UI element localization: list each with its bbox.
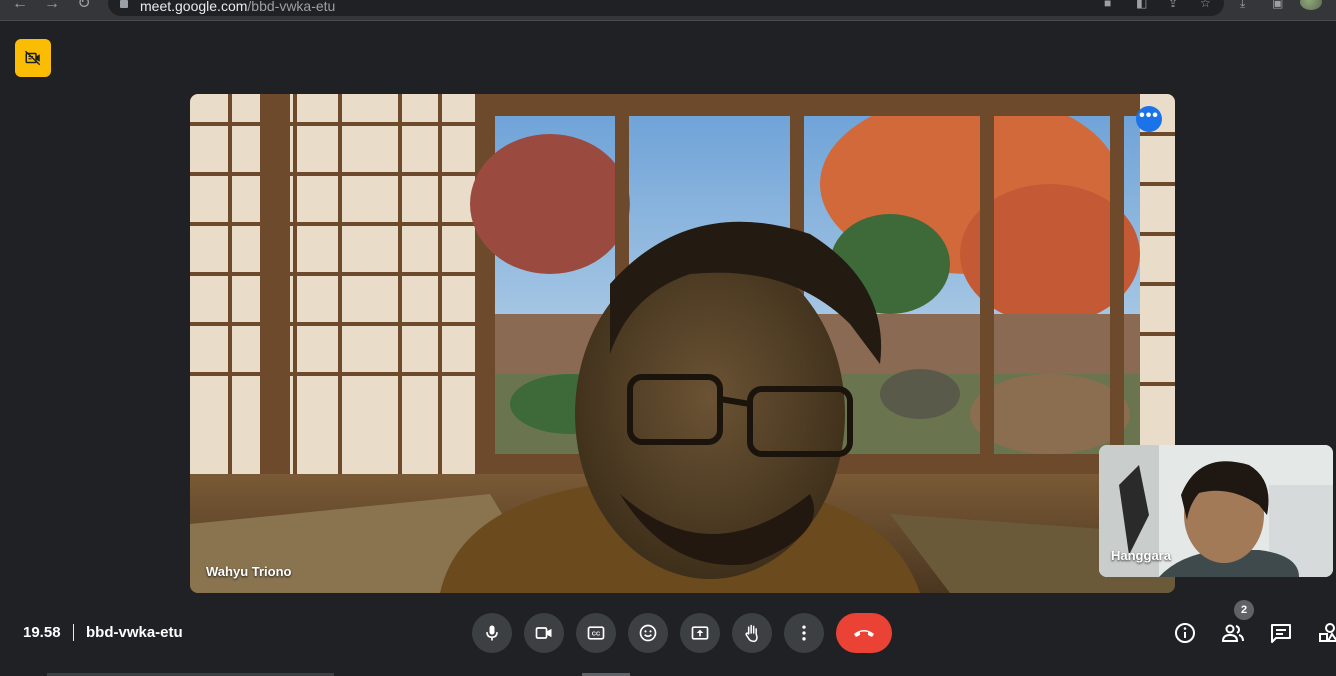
emoji-icon — [639, 624, 657, 642]
captions-button[interactable]: CC — [576, 613, 616, 653]
no-video-icon — [24, 50, 41, 66]
call-end-icon — [854, 630, 874, 637]
mic-icon — [486, 625, 498, 641]
self-name-label: Hanggara — [1111, 548, 1171, 563]
profile-avatar[interactable] — [1300, 0, 1322, 10]
closed-captions-icon: CC — [587, 626, 605, 640]
raise-hand-button[interactable] — [732, 613, 772, 653]
reactions-button[interactable] — [628, 613, 668, 653]
url-text: meet.google.com/bbd-vwka-etu — [140, 0, 336, 14]
participant-name-label: Wahyu Triono — [206, 564, 292, 579]
camera-button[interactable] — [524, 613, 564, 653]
participant-count-badge: 2 — [1234, 600, 1254, 620]
chat-icon[interactable] — [1269, 621, 1293, 645]
share-icon[interactable]: ⇪ — [1168, 0, 1182, 10]
more-options-button[interactable] — [784, 613, 824, 653]
no-video-badge[interactable] — [15, 39, 51, 77]
footer-divider — [73, 624, 74, 641]
back-icon[interactable]: ← — [10, 0, 30, 12]
download-icon[interactable]: ⤓ — [1240, 0, 1254, 10]
present-screen-icon — [691, 626, 709, 640]
activities-icon[interactable] — [1316, 621, 1336, 645]
main-video-tile[interactable]: ••• Wahyu Triono — [190, 94, 1175, 593]
leave-call-button[interactable] — [836, 613, 892, 653]
svg-text:CC: CC — [592, 632, 601, 638]
meeting-code: bbd-vwka-etu — [86, 624, 183, 641]
raise-hand-icon — [745, 624, 758, 643]
more-vert-icon — [802, 625, 806, 641]
tile-more-options-button[interactable]: ••• — [1136, 106, 1162, 132]
address-bar[interactable]: meet.google.com/bbd-vwka-etu — [108, 0, 1224, 16]
more-horiz-icon: ••• — [1139, 107, 1159, 124]
self-view-tile[interactable]: Hanggara — [1099, 445, 1333, 577]
reload-icon[interactable]: ↻ — [74, 0, 94, 12]
participant-video — [190, 94, 1175, 593]
forward-icon[interactable]: → — [42, 0, 62, 12]
bookmark-star-icon[interactable]: ☆ — [1200, 0, 1214, 10]
meeting-time: 19.58 — [23, 624, 61, 641]
microphone-button[interactable] — [472, 613, 512, 653]
people-icon[interactable] — [1221, 621, 1245, 645]
lock-icon[interactable] — [120, 0, 128, 8]
videocam-icon — [535, 627, 552, 639]
tab-mute-icon[interactable]: ◧ — [1136, 0, 1150, 10]
sidebar-icon[interactable]: ▣ — [1272, 0, 1286, 10]
present-button[interactable] — [680, 613, 720, 653]
browser-toolbar: ← → ↻ meet.google.com/bbd-vwka-etu ■ ◧ ⇪… — [0, 0, 1336, 21]
camera-indicator-icon[interactable]: ■ — [1104, 0, 1118, 10]
info-icon[interactable] — [1173, 621, 1197, 645]
